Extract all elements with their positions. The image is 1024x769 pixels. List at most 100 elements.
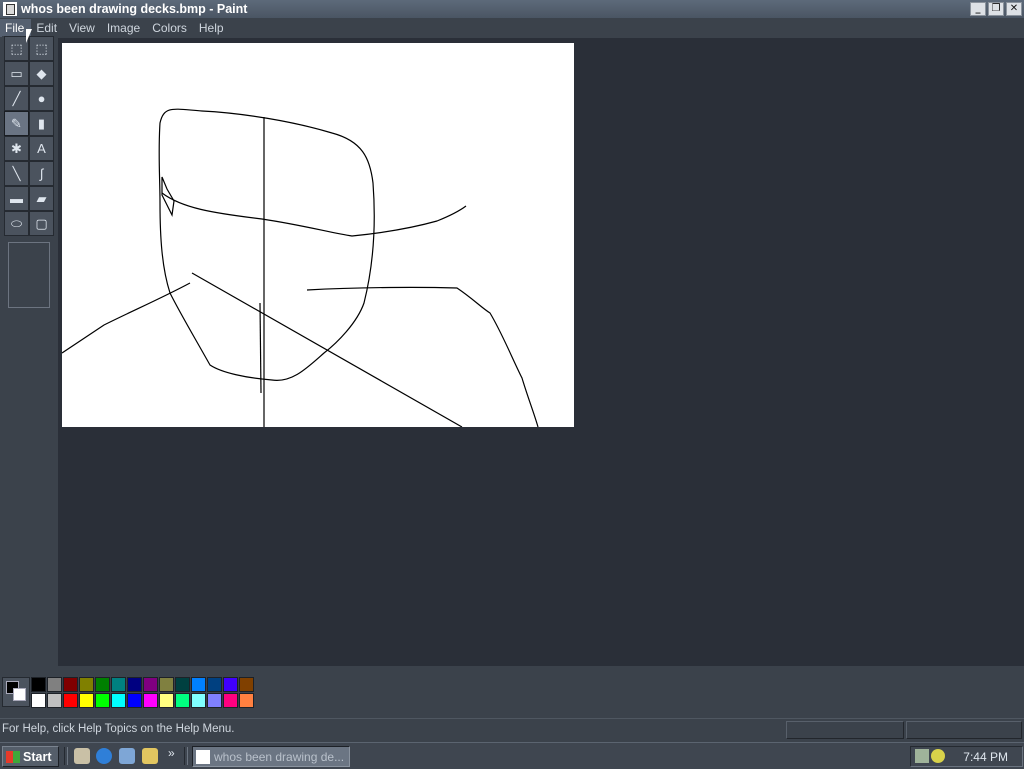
palette-swatch[interactable] [127, 677, 142, 692]
ellipse-icon: ⬭ [10, 215, 23, 231]
drawing-strokes [61, 108, 539, 428]
current-colors[interactable] [2, 677, 30, 707]
line-tool[interactable]: ╲ [4, 161, 29, 186]
palette-swatch[interactable] [47, 693, 62, 708]
drawing-canvas[interactable] [61, 43, 574, 428]
rectangle-tool[interactable]: ▬ [4, 186, 29, 211]
rect-select-tool[interactable]: ⬚ [29, 36, 54, 61]
palette-swatch[interactable] [239, 677, 254, 692]
start-label: Start [23, 749, 52, 764]
ellipse-tool[interactable]: ⬭ [4, 211, 29, 236]
taskbar: Start » whos been drawing de... 7:44 PM [0, 742, 1024, 769]
palette-swatch[interactable] [239, 693, 254, 708]
palette-swatch[interactable] [143, 677, 158, 692]
palette-swatch[interactable] [79, 677, 94, 692]
tool-options-panel[interactable] [8, 242, 50, 308]
airbrush-tool[interactable]: ✱ [4, 136, 29, 161]
palette-swatch[interactable] [159, 677, 174, 692]
text-tool[interactable]: A [29, 136, 54, 161]
palette-swatch[interactable] [31, 693, 46, 708]
stroke-head-outline [158, 108, 375, 381]
text-icon: A [37, 141, 46, 156]
restore-button[interactable]: ❐ [988, 2, 1004, 16]
palette-swatch[interactable] [207, 677, 222, 692]
status-pane-size [906, 721, 1022, 739]
close-button[interactable]: ✕ [1006, 2, 1022, 16]
color-picker-icon: ╱ [12, 90, 21, 106]
rectangle-icon: ▬ [10, 191, 23, 206]
menu-view[interactable]: View [64, 19, 102, 37]
tool-grid: ⬚ ⬚ ▭ ◆ ╱ ● ✎ ▮ ✱ A ╲ ∫ ▬ ▰ ⬭ ▢ [4, 36, 56, 236]
fill-bucket-tool[interactable]: ◆ [29, 61, 54, 86]
polygon-tool[interactable]: ▰ [29, 186, 54, 211]
brush-tool[interactable]: ▮ [29, 111, 54, 136]
show-desktop-icon[interactable] [74, 748, 90, 764]
palette-swatch[interactable] [223, 677, 238, 692]
pencil-tool[interactable]: ✎ [4, 111, 29, 136]
stroke-short-vertical [259, 302, 262, 394]
task-button-paint[interactable]: whos been drawing de... [192, 746, 350, 767]
minimize-button[interactable]: _ [970, 2, 986, 16]
paint-app-icon[interactable] [3, 2, 17, 16]
internet-explorer-icon[interactable] [96, 748, 112, 764]
menu-edit[interactable]: Edit [31, 19, 64, 37]
palette-swatch[interactable] [159, 693, 174, 708]
palette-swatch[interactable] [31, 677, 46, 692]
palette-swatch[interactable] [63, 693, 78, 708]
title-bar[interactable]: whos been drawing decks.bmp - Paint _ ❐ … [0, 0, 1024, 18]
line-icon: ╲ [12, 165, 21, 181]
palette-swatch[interactable] [63, 677, 78, 692]
fill-bucket-icon: ◆ [36, 65, 47, 81]
windows-explorer-icon[interactable] [142, 748, 158, 764]
menu-image[interactable]: Image [102, 19, 147, 37]
status-help-text: For Help, click Help Topics on the Help … [2, 723, 235, 735]
menu-bar: File Edit View Image Colors Help [0, 19, 1024, 37]
magnifier-tool[interactable]: ● [29, 86, 54, 111]
curve-tool[interactable]: ∫ [29, 161, 54, 186]
menu-colors[interactable]: Colors [147, 19, 194, 37]
palette-swatch[interactable] [191, 677, 206, 692]
free-form-select-icon: ⬚ [10, 40, 23, 56]
palette-swatch[interactable] [191, 693, 206, 708]
palette-swatch[interactable] [143, 693, 158, 708]
start-button[interactable]: Start [2, 746, 59, 767]
network-icon[interactable] [915, 749, 929, 763]
stroke-shoulder-right [306, 286, 539, 428]
background-color[interactable] [13, 688, 26, 701]
status-bar: For Help, click Help Topics on the Help … [0, 718, 1024, 741]
eraser-tool[interactable]: ▭ [4, 61, 29, 86]
outlook-express-icon[interactable] [119, 748, 135, 764]
volume-icon[interactable] [931, 749, 945, 763]
mouse-cursor [26, 29, 32, 43]
menu-help[interactable]: Help [194, 19, 231, 37]
palette-swatch[interactable] [223, 693, 238, 708]
palette-swatch[interactable] [95, 693, 110, 708]
palette-swatch[interactable] [47, 677, 62, 692]
task-button-label: whos been drawing de... [214, 749, 345, 764]
palette-swatch[interactable] [111, 677, 126, 692]
magnifier-icon: ● [37, 91, 46, 106]
palette-swatch[interactable] [79, 693, 94, 708]
curve-icon: ∫ [39, 166, 44, 181]
palette-swatch[interactable] [95, 677, 110, 692]
clock[interactable]: 7:44 PM [963, 750, 1008, 764]
palette-swatch[interactable] [175, 677, 190, 692]
palette-swatch[interactable] [207, 693, 222, 708]
canvas-workspace[interactable] [58, 38, 1024, 666]
palette-swatch[interactable] [175, 693, 190, 708]
airbrush-icon: ✱ [11, 140, 22, 156]
stroke-ear [161, 176, 175, 217]
rounded-rect-tool[interactable]: ▢ [29, 211, 54, 236]
window-title: whos been drawing decks.bmp - Paint [21, 2, 248, 16]
quick-launch-more-icon[interactable]: » [168, 746, 175, 760]
color-picker-tool[interactable]: ╱ [4, 86, 29, 111]
palette-swatch[interactable] [111, 693, 126, 708]
color-box [0, 668, 1024, 716]
system-tray: 7:44 PM [910, 746, 1023, 767]
pencil-icon: ✎ [11, 115, 22, 131]
status-pane-position [786, 721, 904, 739]
stroke-brim [161, 192, 467, 237]
windows-logo-icon [6, 750, 20, 763]
rect-select-icon: ⬚ [35, 40, 48, 56]
palette-swatch[interactable] [127, 693, 142, 708]
